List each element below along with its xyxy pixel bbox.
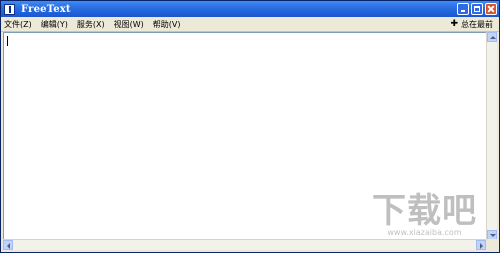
minimize-icon — [461, 10, 465, 12]
maximize-icon — [474, 6, 480, 12]
vertical-scrollbar[interactable] — [486, 32, 497, 240]
maximize-button[interactable] — [471, 3, 483, 15]
menu-file[interactable]: 文件(Z) — [1, 19, 38, 30]
text-editor[interactable] — [3, 32, 486, 240]
menu-edit[interactable]: 编辑(Y) — [38, 19, 74, 30]
pin-icon: ✚ — [450, 18, 458, 29]
resize-grip[interactable] — [486, 239, 497, 250]
always-on-top-toggle[interactable]: ✚ 总在最前 — [450, 17, 493, 31]
horizontal-scrollbar[interactable] — [3, 239, 486, 250]
arrow-right-icon — [480, 243, 483, 249]
close-button[interactable] — [485, 3, 497, 15]
scroll-right-button[interactable] — [476, 240, 486, 250]
menu-bar: 文件(Z) 编辑(Y) 服务(X) 视图(W) 帮助(V) ✚ 总在最前 — [1, 17, 499, 32]
arrow-down-icon — [490, 234, 496, 237]
menu-service[interactable]: 服务(X) — [74, 19, 111, 30]
menu-view[interactable]: 视图(W) — [111, 19, 150, 30]
arrow-left-icon — [7, 243, 10, 249]
app-window: FreeText 文件(Z) 编辑(Y) 服务(X) 视图(W) 帮助(V) ✚… — [0, 0, 500, 253]
title-bar[interactable]: FreeText — [1, 1, 499, 17]
minimize-button[interactable] — [457, 3, 469, 15]
window-title: FreeText — [21, 3, 71, 15]
text-caret — [7, 36, 8, 46]
scroll-up-button[interactable] — [487, 32, 497, 42]
window-controls — [457, 3, 497, 15]
scroll-left-button[interactable] — [3, 240, 13, 250]
arrow-up-icon — [490, 36, 496, 39]
always-on-top-label: 总在最前 — [461, 19, 493, 29]
menu-help[interactable]: 帮助(V) — [150, 19, 187, 30]
app-icon[interactable] — [4, 3, 15, 15]
